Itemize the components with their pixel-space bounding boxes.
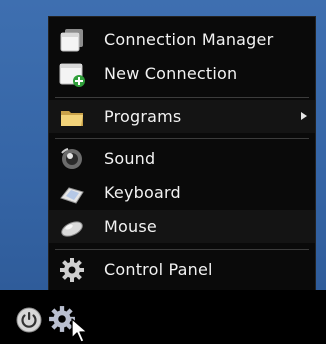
menu-item-label: Sound <box>104 149 156 168</box>
menu-item-label: Control Panel <box>104 260 213 279</box>
speaker-icon <box>59 146 85 172</box>
power-icon[interactable] <box>16 307 42 337</box>
menu-item-label: New Connection <box>104 64 238 83</box>
start-menu: Connection Manager New Connection Progra… <box>48 16 316 294</box>
menu-item-programs[interactable]: Programs <box>49 100 315 133</box>
menu-item-control-panel[interactable]: Control Panel <box>49 253 315 286</box>
menu-item-connection-manager[interactable]: Connection Manager <box>49 23 315 56</box>
menu-item-label: Programs <box>104 107 182 126</box>
submenu-arrow-icon <box>301 112 307 120</box>
menu-item-label: Mouse <box>104 217 157 236</box>
mouse-cursor-icon <box>71 318 89 344</box>
gear-icon <box>59 257 85 283</box>
menu-item-label: Connection Manager <box>104 30 274 49</box>
menu-separator <box>55 138 309 139</box>
menu-item-label: Keyboard <box>104 183 181 202</box>
menu-item-mouse[interactable]: Mouse <box>49 210 315 243</box>
taskbar <box>0 290 326 344</box>
menu-separator <box>55 249 309 250</box>
menu-item-keyboard[interactable]: Keyboard <box>49 176 315 209</box>
mouse-icon <box>59 214 85 240</box>
menu-item-sound[interactable]: Sound <box>49 142 315 175</box>
connection-manager-icon <box>59 27 85 53</box>
menu-separator <box>55 97 309 98</box>
folder-icon <box>59 104 85 130</box>
new-connection-icon <box>59 61 85 87</box>
menu-item-new-connection[interactable]: New Connection <box>49 57 315 90</box>
keyboard-icon <box>59 180 85 206</box>
